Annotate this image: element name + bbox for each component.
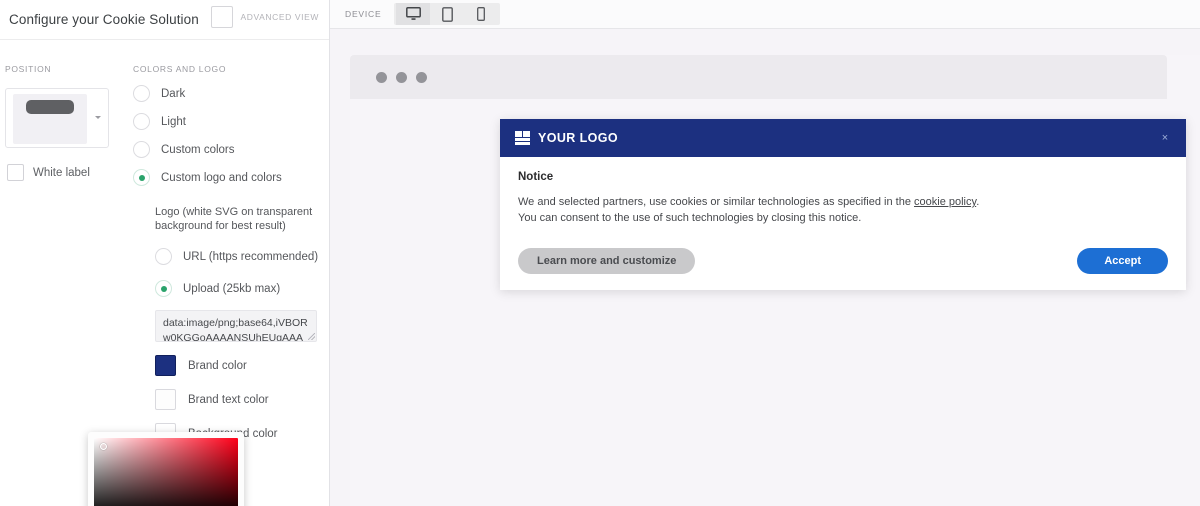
- brand-text-color-swatch[interactable]: [155, 389, 176, 410]
- notice-title: Notice: [518, 171, 554, 183]
- color-picker-popover[interactable]: [88, 432, 244, 506]
- notice-text-pre: We and selected partners, use cookies or…: [518, 196, 915, 208]
- browser-dot-close-icon: [376, 71, 387, 83]
- brand-color-label: Brand color: [188, 359, 247, 372]
- chevron-down-icon[interactable]: [95, 116, 101, 119]
- brand-logo-text: YOUR LOGO: [538, 131, 618, 145]
- colors-and-logo-section: COLORS AND LOGO Dark Light Custom colors…: [133, 64, 328, 478]
- theme-option-dark-label: Dark: [161, 87, 186, 100]
- colors-heading: COLORS AND LOGO: [133, 64, 227, 74]
- theme-option-custom-colors-label: Custom colors: [161, 143, 235, 156]
- theme-option-custom-logo-and-colors[interactable]: Custom logo and colors: [133, 169, 328, 186]
- white-label-row[interactable]: White label: [7, 164, 123, 181]
- advanced-view-label: ADVANCED VIEW: [240, 12, 319, 22]
- white-label-checkbox[interactable]: [7, 164, 24, 181]
- radio-dark[interactable]: [133, 85, 150, 102]
- accept-button[interactable]: Accept: [1077, 248, 1168, 274]
- browser-dot-minimize-icon: [396, 71, 407, 83]
- swatch-row-brand-color[interactable]: Brand color: [155, 355, 328, 376]
- theme-option-dark[interactable]: Dark: [133, 85, 328, 102]
- position-heading: POSITION: [5, 64, 52, 74]
- position-selector[interactable]: [5, 88, 109, 148]
- radio-logo-url[interactable]: [155, 248, 172, 265]
- cookie-banner-preview: YOUR LOGO × Notice We and selected partn…: [500, 119, 1186, 290]
- brand-logo-icon: [515, 131, 530, 145]
- cookie-policy-link[interactable]: cookie policy: [914, 196, 976, 208]
- notice-text-post: .: [976, 196, 980, 208]
- cookie-banner-header: YOUR LOGO ×: [500, 119, 1186, 157]
- radio-custom-logo-and-colors[interactable]: [133, 169, 150, 186]
- logo-data-value: data:image/png;base64,iVBORw0KGGoAAAANSU…: [163, 317, 308, 342]
- notice-paragraph-2: You can consent to the use of such techn…: [518, 212, 862, 224]
- swatch-row-brand-text-color[interactable]: Brand text color: [155, 389, 328, 410]
- radio-custom-colors[interactable]: [133, 141, 150, 158]
- position-page-mock: [13, 94, 87, 144]
- theme-option-light-label: Light: [161, 115, 186, 128]
- saturation-value-area[interactable]: [94, 438, 238, 506]
- device-tablet-button[interactable]: [430, 3, 464, 25]
- radio-logo-upload[interactable]: [155, 280, 172, 297]
- sidebar-header: Configure your Cookie Solution ADVANCED …: [0, 0, 329, 40]
- resize-handle-icon[interactable]: [308, 333, 315, 340]
- brand-color-swatch[interactable]: [155, 355, 176, 376]
- learn-more-button[interactable]: Learn more and customize: [518, 248, 696, 274]
- browser-mock-titlebar: [350, 55, 1167, 99]
- white-label-text: White label: [33, 166, 90, 179]
- cookie-banner-actions: Learn more and customize Accept: [518, 248, 1168, 274]
- radio-light[interactable]: [133, 113, 150, 130]
- cookie-solution-configurator: Configure your Cookie Solution ADVANCED …: [0, 0, 1200, 506]
- logo-source-url[interactable]: URL (https recommended): [155, 248, 328, 265]
- device-toolbar: DEVICE: [330, 0, 1200, 29]
- close-icon[interactable]: ×: [1158, 131, 1172, 145]
- position-banner-mock: [26, 100, 74, 114]
- logo-help-text: Logo (white SVG on transparent backgroun…: [155, 206, 313, 232]
- logo-data-textarea[interactable]: data:image/png;base64,iVBORw0KGGoAAAANSU…: [155, 310, 317, 342]
- position-section: POSITION White label: [5, 64, 123, 181]
- device-switcher: [394, 3, 501, 25]
- advanced-view-checkbox[interactable]: [210, 6, 233, 28]
- logo-source-upload-label: Upload (25kb max): [183, 282, 281, 295]
- logo-source-url-label: URL (https recommended): [183, 250, 319, 263]
- logo-source-upload[interactable]: Upload (25kb max): [155, 280, 328, 297]
- device-mobile-button[interactable]: [464, 3, 498, 25]
- browser-mock-viewport: YOUR LOGO × Notice We and selected partn…: [350, 99, 1186, 506]
- configuration-sidebar: Configure your Cookie Solution ADVANCED …: [0, 0, 330, 506]
- preview-panel: DEVICE YOUR LOGO × Notice We and selecte…: [330, 0, 1200, 506]
- device-toolbar-label: DEVICE: [345, 9, 382, 19]
- theme-option-custom-logo-and-colors-label: Custom logo and colors: [161, 171, 282, 184]
- page-title: Configure your Cookie Solution: [9, 12, 199, 27]
- brand-text-color-label: Brand text color: [188, 393, 269, 406]
- cookie-banner-body: Notice We and selected partners, use coo…: [500, 157, 1186, 290]
- saturation-value-cursor[interactable]: [100, 443, 107, 450]
- sidebar-body: POSITION White label COLORS AND LOGO Dar…: [0, 40, 329, 506]
- device-desktop-button[interactable]: [396, 3, 431, 25]
- advanced-view-toggle[interactable]: ADVANCED VIEW: [210, 6, 320, 28]
- browser-dot-maximize-icon: [416, 71, 427, 83]
- notice-paragraph-1: We and selected partners, use cookies or…: [518, 194, 1168, 210]
- theme-option-light[interactable]: Light: [133, 113, 328, 130]
- preview-canvas: YOUR LOGO × Notice We and selected partn…: [350, 55, 1200, 506]
- theme-option-custom-colors[interactable]: Custom colors: [133, 141, 328, 158]
